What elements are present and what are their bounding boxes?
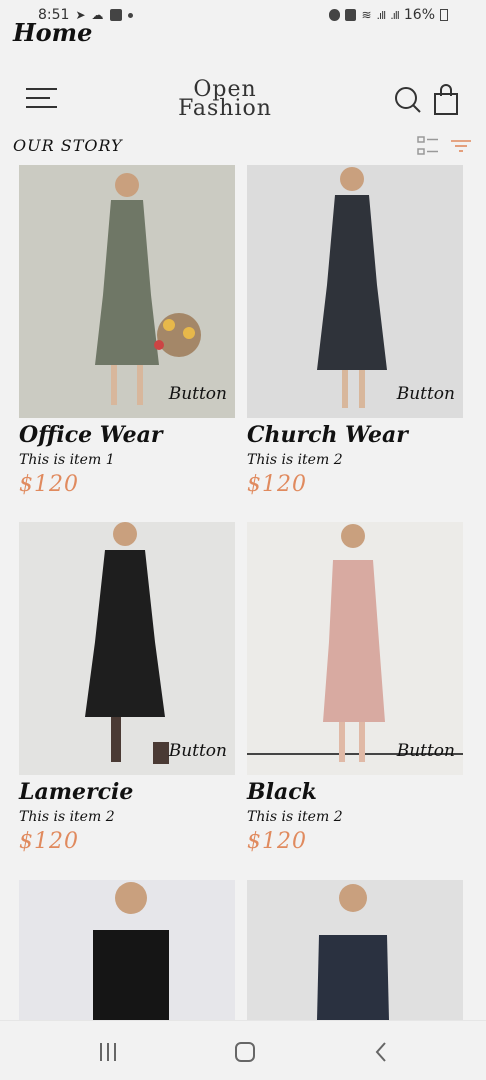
product-image[interactable]: Button [19, 522, 235, 775]
card-button[interactable]: Button [397, 741, 455, 761]
app-bar: Open Fashion [0, 70, 486, 130]
logo-line-2: Fashion [178, 96, 272, 121]
wifi-icon: ≋ [361, 8, 372, 22]
product-subtitle: This is item 1 [19, 452, 115, 468]
product-name: Black [247, 779, 317, 805]
list-view-icon[interactable] [417, 136, 439, 156]
battery-icon [440, 9, 448, 21]
product-name: Church Wear [247, 422, 408, 448]
dress-figure-image [247, 522, 463, 775]
alarm-icon [329, 9, 341, 21]
recent-apps-icon[interactable] [100, 1043, 120, 1061]
product-subtitle: This is item 2 [247, 452, 343, 468]
search-icon[interactable] [394, 86, 422, 114]
dress-figure-image [247, 165, 463, 418]
linkedin-icon [109, 9, 122, 21]
product-card[interactable]: Button Lamercie This is item 2 $120 [19, 522, 235, 854]
signal-icon: .ıll [376, 8, 387, 22]
product-name: Lamercie [19, 779, 134, 805]
page-title: Home [13, 18, 93, 47]
battery-percent: 16% [403, 7, 435, 23]
product-card[interactable]: Button Black This is item 2 $120 [247, 522, 463, 854]
product-image[interactable]: Button [247, 522, 463, 775]
product-subtitle: This is item 2 [19, 809, 115, 825]
home-icon[interactable] [235, 1042, 255, 1062]
dress-figure-image [19, 880, 235, 1020]
product-price: $120 [19, 829, 79, 854]
product-card[interactable]: Button Office Wear This is item 1 $120 [19, 165, 235, 497]
mute-icon [345, 9, 357, 21]
section-title: OUR STORY [13, 136, 123, 155]
product-subtitle: This is item 2 [247, 809, 343, 825]
card-button[interactable]: Button [169, 384, 227, 404]
card-button[interactable]: Button [169, 741, 227, 761]
signal-icon-2: .ıll [390, 8, 400, 22]
card-button[interactable]: Button [397, 384, 455, 404]
product-image[interactable] [19, 880, 235, 1020]
product-price: $120 [19, 472, 79, 497]
more-notifications-icon [127, 12, 133, 18]
brand-logo: Open Fashion [170, 79, 280, 121]
menu-icon[interactable] [26, 88, 57, 110]
system-navigation-bar [0, 1020, 486, 1080]
product-image[interactable] [247, 880, 463, 1020]
product-price: $120 [247, 829, 307, 854]
product-image[interactable]: Button [247, 165, 463, 418]
product-price: $120 [247, 472, 307, 497]
section-header: OUR STORY [0, 134, 486, 160]
cloud-icon: ☁ [91, 8, 104, 22]
product-card[interactable] [19, 880, 235, 1020]
product-card[interactable] [247, 880, 463, 1020]
dress-figure-image [19, 165, 235, 418]
filter-icon[interactable] [450, 139, 472, 153]
product-name: Office Wear [19, 422, 163, 448]
shopping-bag-icon[interactable] [432, 84, 460, 116]
product-card[interactable]: Button Church Wear This is item 2 $120 [247, 165, 463, 497]
dress-figure-image [247, 880, 463, 1020]
dress-figure-image [19, 522, 235, 775]
product-image[interactable]: Button [19, 165, 235, 418]
back-icon[interactable] [373, 1041, 389, 1063]
